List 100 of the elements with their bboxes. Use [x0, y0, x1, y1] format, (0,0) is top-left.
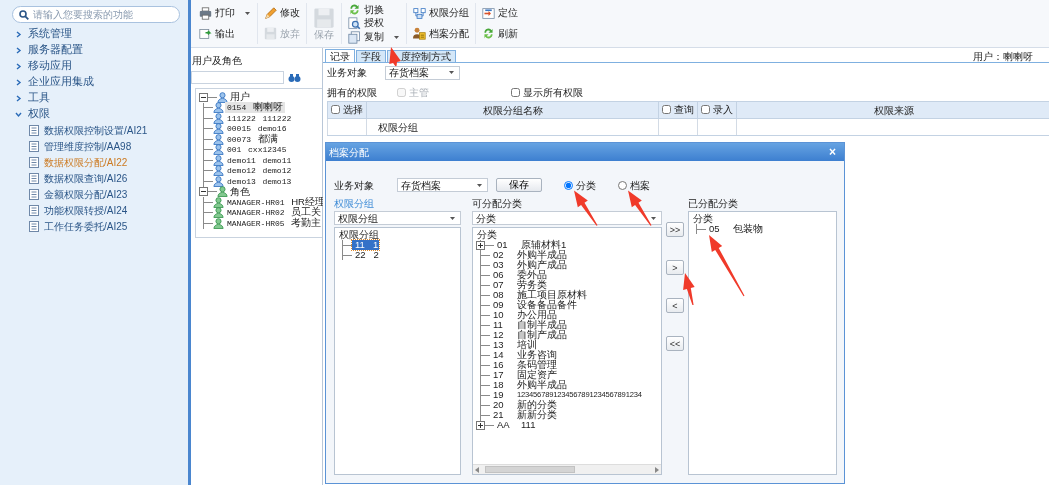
- menu-item[interactable]: 移动应用: [28, 58, 72, 74]
- save-button[interactable]: 保存: [496, 178, 542, 192]
- chevron-right-icon[interactable]: [15, 46, 22, 54]
- arrow-annotation: [628, 190, 652, 226]
- transfer-button[interactable]: <: [666, 298, 684, 313]
- tree-item[interactable]: 22 2: [352, 250, 380, 260]
- tree-item[interactable]: 权限分组: [338, 230, 380, 240]
- tree-item[interactable]: 12 自制产成品: [490, 330, 568, 340]
- tree-item[interactable]: 03 外购产成品: [490, 260, 568, 270]
- scroll-right-icon[interactable]: [655, 466, 659, 473]
- copy-icon: [348, 30, 361, 44]
- tree-item[interactable]: 02 外购半成品: [490, 250, 568, 260]
- toolbar-button[interactable]: 权限分组: [411, 6, 471, 20]
- tree-item[interactable]: 18 外购半成品: [490, 380, 568, 390]
- tree-item[interactable]: 11 1: [352, 240, 380, 250]
- tree-item[interactable]: 10 办公用品: [490, 310, 558, 320]
- menu-item[interactable]: 权限: [28, 106, 50, 122]
- menu-item[interactable]: 管理维度控制/AA98: [44, 138, 132, 154]
- dropdown[interactable]: 存货档案: [397, 178, 488, 192]
- transfer-button[interactable]: >>: [666, 222, 684, 237]
- tree-item[interactable]: demo11 demo11: [225, 154, 294, 166]
- radio-button[interactable]: [564, 180, 573, 190]
- tree-item[interactable]: 00073 都满: [225, 133, 280, 145]
- tree-item[interactable]: 用户: [228, 92, 252, 103]
- binoculars-icon[interactable]: [288, 72, 301, 83]
- menu-item[interactable]: 企业应用集成: [28, 74, 94, 90]
- tree-item[interactable]: 01 原辅材料1: [494, 240, 568, 250]
- scroll-left-icon[interactable]: [475, 466, 479, 473]
- tree-item[interactable]: 17 固定资产: [490, 370, 558, 380]
- chevron-right-icon[interactable]: [15, 62, 22, 70]
- tree-item[interactable]: 05 包装物: [706, 224, 764, 234]
- tree-item[interactable]: 分类: [476, 230, 498, 240]
- tree-item[interactable]: 11 自制半成品: [490, 320, 568, 330]
- collapse-icon[interactable]: [199, 187, 208, 197]
- collapse-icon[interactable]: [199, 92, 208, 102]
- tab[interactable]: 字段: [356, 50, 386, 62]
- tree-item[interactable]: 角色: [228, 186, 252, 197]
- tree-item[interactable]: demo13 demo13: [225, 175, 294, 187]
- toolbar-button[interactable]: 档案分配: [411, 27, 471, 41]
- tree-item[interactable]: 14 业务咨询: [490, 350, 558, 360]
- tree-item[interactable]: MANAGER-HR02 员工关: [225, 207, 324, 219]
- menu-item[interactable]: 工具: [28, 90, 50, 106]
- document-icon: [29, 204, 39, 216]
- tree-item[interactable]: 06 委外品: [490, 270, 548, 280]
- search-icon: [19, 9, 29, 20]
- expand-icon[interactable]: [476, 420, 485, 430]
- checkbox[interactable]: [701, 105, 710, 114]
- toolbar-button[interactable]: 输出: [197, 27, 253, 41]
- search-field[interactable]: [191, 71, 284, 84]
- tree-item[interactable]: 13 培训: [490, 340, 538, 350]
- panel-title: 用户及角色: [191, 54, 243, 68]
- toolbar-button[interactable]: 授权: [346, 17, 402, 30]
- menu-item[interactable]: 工作任务委托/AI25: [44, 218, 128, 234]
- group-icon: [413, 6, 426, 20]
- chevron-right-icon[interactable]: [15, 94, 22, 102]
- search-field[interactable]: 请输入您要搜索的功能: [12, 6, 180, 23]
- menu-item[interactable]: 功能权限转授/AI24: [44, 202, 128, 218]
- field-label: 业务对象: [334, 178, 375, 193]
- tree-item[interactable]: 07 劳务类: [490, 280, 548, 290]
- dropdown[interactable]: 存货档案: [385, 65, 460, 80]
- tree-item[interactable]: 16 条码管理: [490, 360, 558, 370]
- tree-item[interactable]: 001 cxx12345: [225, 144, 289, 156]
- checkbox[interactable]: [662, 105, 671, 114]
- chevron-right-icon[interactable]: [15, 30, 22, 38]
- checkbox[interactable]: [331, 105, 340, 114]
- tree-item[interactable]: demo12 demo12: [225, 165, 294, 177]
- tab[interactable]: 度控制方式: [387, 50, 456, 62]
- dropdown[interactable]: 分类: [472, 211, 662, 225]
- toolbar-button[interactable]: 复制: [346, 30, 402, 44]
- radio-button[interactable]: [618, 180, 627, 190]
- tree-item[interactable]: MANAGER-HR05 考勤主: [225, 217, 324, 229]
- horizontal-scrollbar[interactable]: [473, 464, 661, 474]
- toolbar-button[interactable]: 切换: [346, 3, 402, 17]
- transfer-button[interactable]: >: [666, 260, 684, 275]
- tree-item[interactable]: 0154 喇喇呀: [225, 102, 285, 114]
- toolbar-button[interactable]: 打印: [197, 6, 253, 20]
- tree-item[interactable]: AA 111: [494, 420, 537, 430]
- checkbox[interactable]: [511, 88, 520, 97]
- toolbar-button[interactable]: 刷新: [480, 27, 520, 41]
- menu-item[interactable]: 系统管理: [28, 26, 72, 42]
- tree-item[interactable]: 08 施工项目原材料: [490, 290, 588, 300]
- chevron-down-icon[interactable]: [15, 110, 22, 118]
- toolbar-button[interactable]: 定位: [480, 6, 520, 20]
- tree-item[interactable]: 分类: [692, 214, 714, 224]
- scrollbar-thumb[interactable]: [485, 466, 575, 473]
- menu-item[interactable]: 数据权限查询/AI26: [44, 170, 128, 186]
- menu-item[interactable]: 数据权限控制设置/AI21: [44, 122, 148, 138]
- tree-item[interactable]: 09 设备备品备件: [490, 300, 578, 310]
- chevron-right-icon[interactable]: [15, 78, 22, 86]
- menu-item[interactable]: 服务器配置: [28, 42, 83, 58]
- expand-icon[interactable]: [476, 240, 485, 250]
- tab[interactable]: 记录: [325, 49, 355, 62]
- tree-item[interactable]: 20 新的分类: [490, 400, 558, 410]
- toolbar-button[interactable]: 修改: [262, 6, 302, 20]
- tree-item[interactable]: 111222 111222: [225, 112, 294, 124]
- tree-item[interactable]: 21 新新分类: [490, 410, 558, 420]
- menu-item[interactable]: 金额权限分配/AI23: [44, 186, 128, 202]
- dropdown[interactable]: 权限分组: [334, 211, 461, 225]
- transfer-button[interactable]: <<: [666, 336, 684, 351]
- tree-item[interactable]: 00015 demo16: [225, 123, 289, 135]
